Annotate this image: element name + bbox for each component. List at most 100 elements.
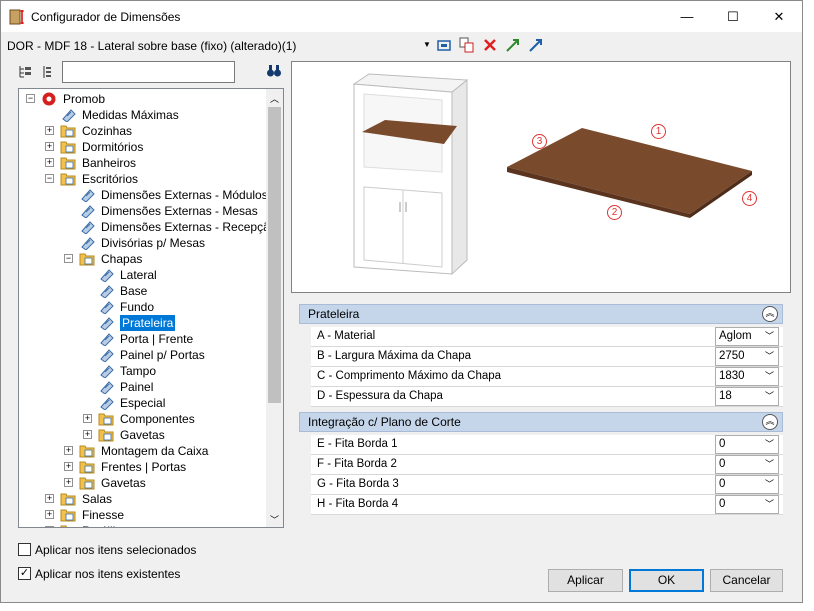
tree-item[interactable]: Especial <box>120 395 165 411</box>
expand-toggle-icon[interactable]: − <box>26 94 35 103</box>
property-label: B - Largura Máxima da Chapa <box>317 350 472 362</box>
chevron-down-icon: ﹀ <box>764 371 774 381</box>
close-button[interactable]: ✕ <box>756 1 802 32</box>
tree-item[interactable]: Salas <box>82 491 112 507</box>
tree-item[interactable]: Porta | Frente <box>120 331 193 347</box>
dialog-window: Configurador de Dimensões — ☐ ✕ DOR - MD… <box>0 0 803 603</box>
select-item-icon[interactable] <box>437 37 453 53</box>
minimize-button[interactable]: — <box>664 1 710 32</box>
tree-item[interactable]: Promob <box>63 91 105 107</box>
search-input[interactable] <box>62 61 235 83</box>
scroll-up-icon[interactable]: ︿ <box>270 92 279 105</box>
edge-marker: 2 <box>607 205 622 220</box>
chevron-down-icon: ﹀ <box>764 499 774 509</box>
tree-item[interactable]: Gavetas <box>120 427 165 443</box>
import-icon[interactable] <box>528 37 544 53</box>
tree-item[interactable]: Dimensões Externas - Recepção <box>101 219 276 235</box>
tree-item[interactable]: Gavetas <box>101 475 146 491</box>
expand-toggle-icon[interactable]: + <box>64 446 73 455</box>
tree-item[interactable]: Painel <box>120 379 153 395</box>
expand-tree-icon[interactable] <box>18 64 34 80</box>
ok-button[interactable]: OK <box>629 569 704 592</box>
expand-toggle-icon[interactable]: + <box>45 158 54 167</box>
expand-toggle-icon[interactable]: + <box>45 126 54 135</box>
expand-toggle-icon[interactable]: + <box>45 142 54 151</box>
tag-icon <box>100 333 114 346</box>
tree-item[interactable]: Rotúlil <box>82 523 115 527</box>
tree-item[interactable]: Dimensões Externas - Módulos <box>101 187 268 203</box>
tree-item[interactable]: Tampo <box>120 363 156 379</box>
tree-item[interactable]: Chapas <box>101 251 142 267</box>
tree-item[interactable]: Medidas Máximas <box>82 107 179 123</box>
scroll-thumb[interactable] <box>268 107 281 403</box>
property-row: C - Comprimento Máximo da Chapa 1830 ﹀ <box>311 367 783 387</box>
tree-item[interactable]: Cozinhas <box>82 123 132 139</box>
expand-toggle-icon[interactable]: + <box>64 462 73 471</box>
tree-item[interactable]: Painel p/ Portas <box>120 347 205 363</box>
tree-item[interactable]: Montagem da Caixa <box>101 443 208 459</box>
property-select[interactable]: 18 ﹀ <box>715 387 779 406</box>
scroll-down-icon[interactable]: ﹀ <box>270 513 279 526</box>
property-label: F - Fita Borda 2 <box>317 458 397 470</box>
apply-existing-checkbox[interactable]: ✓ <box>18 567 31 580</box>
apply-selected-checkbox[interactable] <box>18 543 31 556</box>
tree-item[interactable]: Dormitórios <box>82 139 143 155</box>
edge-marker: 1 <box>651 124 666 139</box>
property-value: 0 <box>719 498 726 510</box>
tree-item[interactable]: Divisórias p/ Mesas <box>101 235 205 251</box>
property-value: 0 <box>719 478 726 490</box>
property-select[interactable]: Aglom ﹀ <box>715 327 779 346</box>
document-selector[interactable]: DOR - MDF 18 - Lateral sobre base (fixo)… <box>7 39 296 53</box>
binoculars-icon[interactable] <box>266 63 282 79</box>
property-value: 1830 <box>719 370 745 382</box>
property-select[interactable]: 1830 ﹀ <box>715 367 779 386</box>
tree-item[interactable]: Componentes <box>120 411 195 427</box>
expand-toggle-icon[interactable]: + <box>45 510 54 519</box>
tree-item[interactable]: Frentes | Portas <box>101 459 186 475</box>
collapse-tree-icon[interactable] <box>40 64 56 80</box>
group-header[interactable]: Integração c/ Plano de Corte ︽ <box>299 412 783 432</box>
tag-icon <box>100 285 114 298</box>
group-header[interactable]: Prateleira ︽ <box>299 304 783 324</box>
title-bar[interactable]: Configurador de Dimensões — ☐ ✕ <box>1 1 802 32</box>
property-select[interactable]: 0 ﹀ <box>715 475 779 494</box>
property-select[interactable]: 0 ﹀ <box>715 435 779 454</box>
copy-icon[interactable] <box>459 37 475 53</box>
expand-toggle-icon[interactable]: + <box>45 526 54 527</box>
property-label: H - Fita Borda 4 <box>317 498 399 510</box>
expand-toggle-icon[interactable]: − <box>64 254 73 263</box>
tree-item[interactable]: Base <box>120 283 147 299</box>
category-tree[interactable]: − Promob Medidas Máximas + Cozinhas + Dormitór… <box>18 88 284 528</box>
property-select[interactable]: 2750 ﹀ <box>715 347 779 366</box>
expand-toggle-icon[interactable]: + <box>83 430 92 439</box>
apply-button[interactable]: Aplicar <box>548 569 623 592</box>
tree-scrollbar[interactable]: ︿ ﹀ <box>266 89 283 527</box>
expand-toggle-icon[interactable]: + <box>83 414 92 423</box>
chevron-down-icon: ﹀ <box>764 391 774 401</box>
folder-icon <box>60 141 76 154</box>
tree-item[interactable]: Fundo <box>120 299 154 315</box>
expand-toggle-icon[interactable]: + <box>45 494 54 503</box>
chevron-down-icon[interactable]: ▼ <box>423 40 431 49</box>
expand-toggle-icon[interactable]: − <box>45 174 54 183</box>
folder-icon <box>79 461 95 474</box>
tree-item[interactable]: Finesse <box>82 507 124 523</box>
maximize-button[interactable]: ☐ <box>710 1 756 32</box>
tree-item[interactable]: Lateral <box>120 267 157 283</box>
tree-item[interactable]: Prateleira <box>120 315 176 331</box>
delete-icon[interactable] <box>482 37 498 53</box>
property-row: F - Fita Borda 2 0 ﹀ <box>311 455 783 475</box>
cancel-button[interactable]: Cancelar <box>710 569 783 592</box>
collapse-icon[interactable]: ︽ <box>762 306 778 322</box>
tree-item[interactable]: Escritórios <box>82 171 138 187</box>
tree-item[interactable]: Banheiros <box>82 155 136 171</box>
tree-item[interactable]: Dimensões Externas - Mesas <box>101 203 258 219</box>
property-select[interactable]: 0 ﹀ <box>715 495 779 514</box>
folder-icon <box>79 253 95 266</box>
property-row: D - Espessura da Chapa 18 ﹀ <box>311 387 783 407</box>
collapse-icon[interactable]: ︽ <box>762 414 778 430</box>
property-select[interactable]: 0 ﹀ <box>715 455 779 474</box>
export-icon[interactable] <box>505 37 521 53</box>
window-title: Configurador de Dimensões <box>31 10 181 24</box>
expand-toggle-icon[interactable]: + <box>64 478 73 487</box>
